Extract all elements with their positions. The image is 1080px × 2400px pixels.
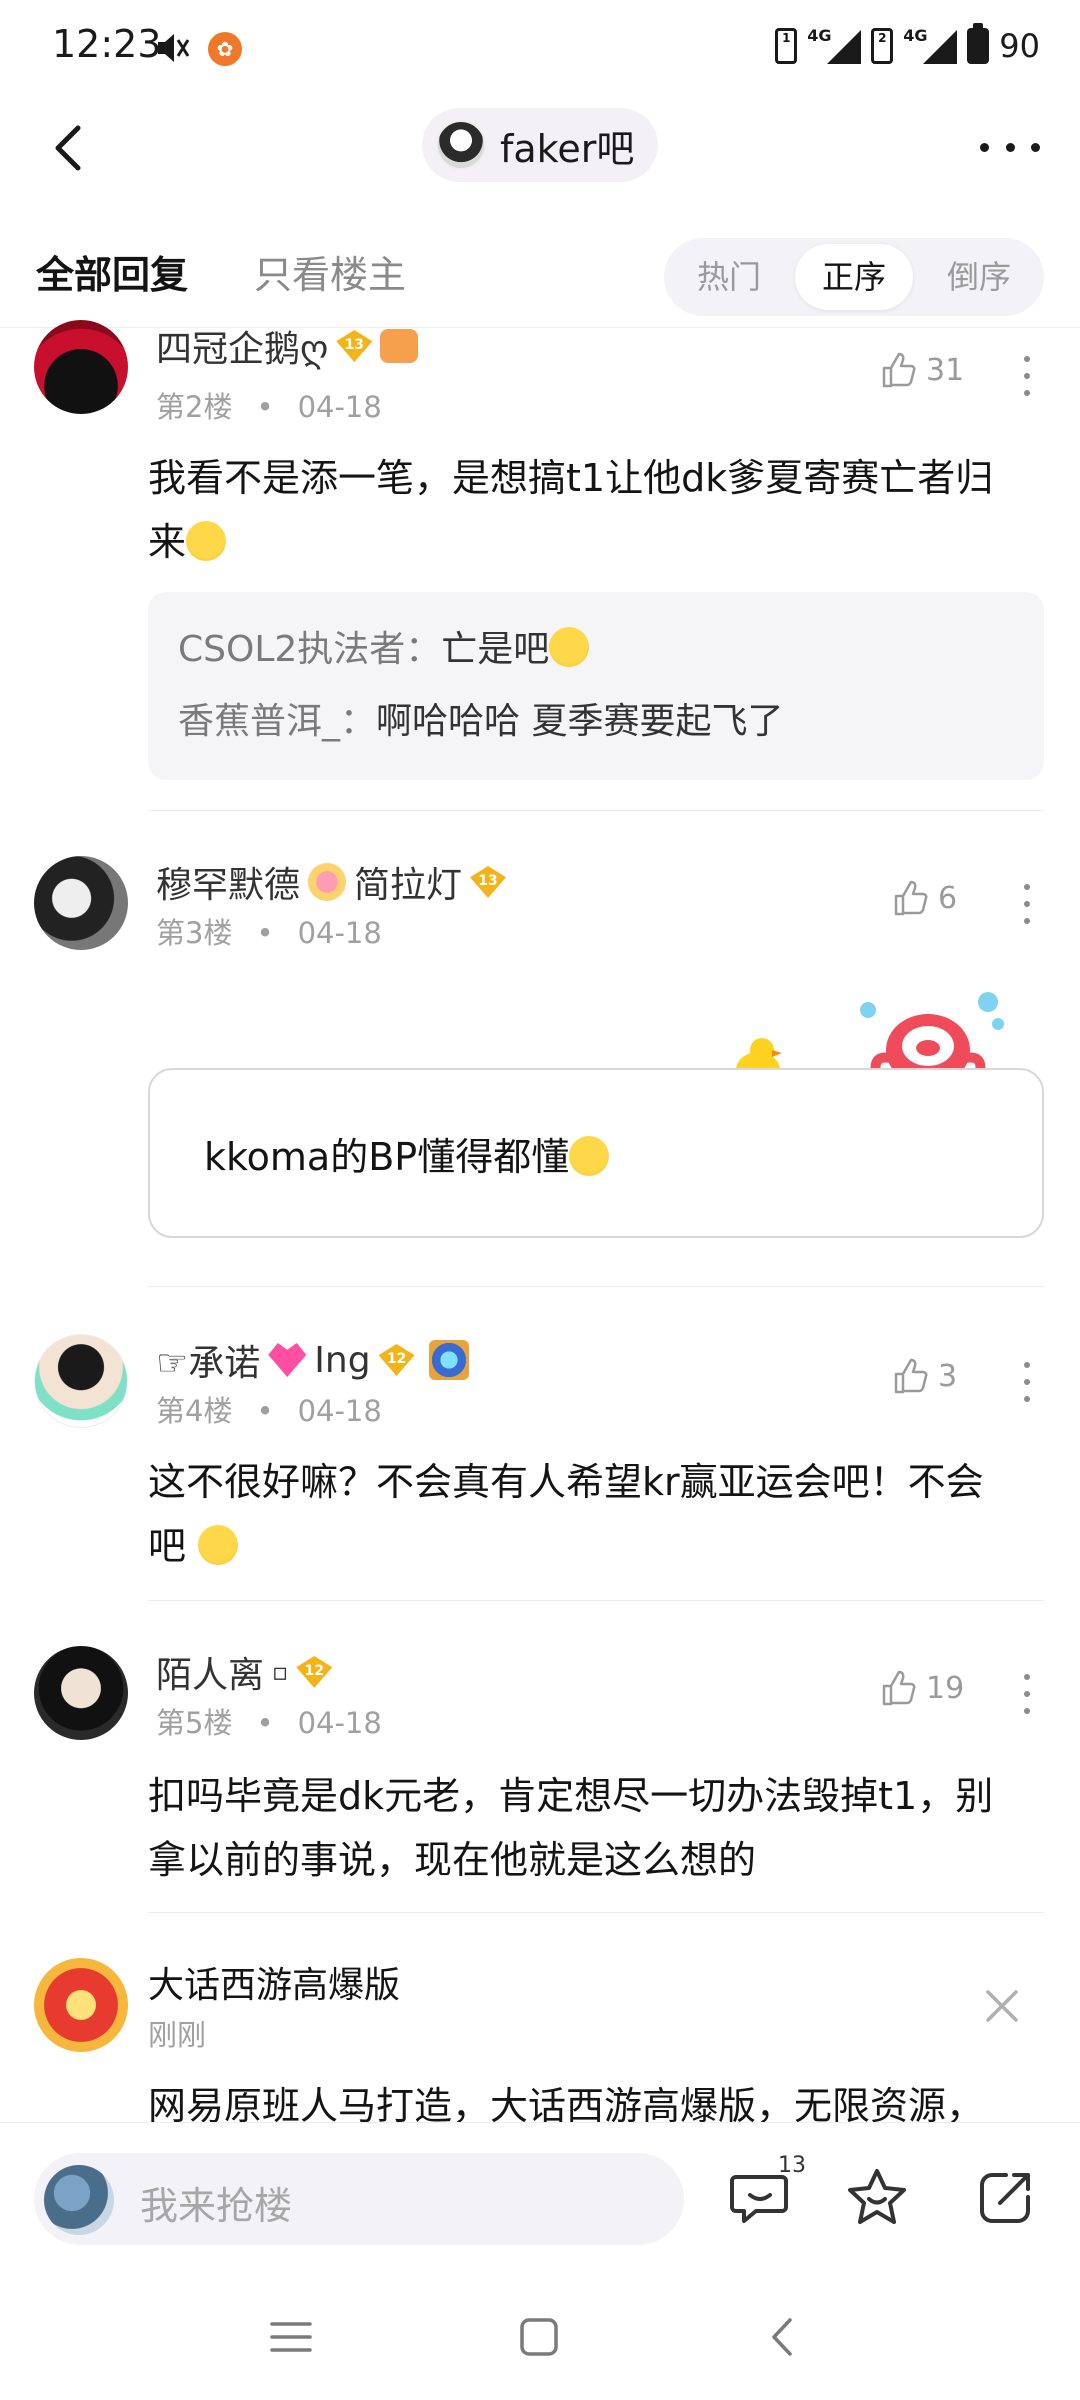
heart-icon: [268, 1343, 307, 1377]
system-nav-bar: [0, 2272, 1080, 2400]
menu-icon[interactable]: [264, 2310, 318, 2364]
kebab-icon[interactable]: [1022, 356, 1032, 396]
sub-replies[interactable]: CSOL2执法者：亡是吧 香蕉普洱_：啊哈哈哈 夏季赛要起飞了: [148, 592, 1044, 780]
reply-placeholder: 我来抢楼: [140, 2184, 293, 2228]
home-icon[interactable]: [512, 2310, 566, 2364]
avatar[interactable]: [34, 1646, 128, 1740]
filter-bar: 全部回复 只看楼主 热门 正序 倒序: [0, 208, 1080, 328]
like-count: 3: [938, 1358, 958, 1394]
avatar[interactable]: [34, 320, 128, 414]
level-badge: 12: [378, 1344, 415, 1376]
sim2-icon: 2: [871, 28, 894, 64]
divider: [148, 810, 1044, 811]
signal-icon: 4G: [807, 26, 862, 66]
divider: [148, 1286, 1044, 1287]
mute-icon: [158, 34, 190, 62]
level-badge: 13: [470, 866, 507, 898]
like-count: 6: [938, 880, 958, 916]
styled-comment-bubble: kkoma的BP懂得都懂: [148, 1068, 1044, 1238]
post-meta: 第5楼 • 04-18: [156, 1706, 382, 1740]
sweat-smile-emoji: [569, 1136, 610, 1176]
back-nav-icon[interactable]: [756, 2310, 810, 2364]
sub-reply: 香蕉普洱_：啊哈哈哈 夏季赛要起飞了: [178, 701, 784, 742]
username[interactable]: 穆罕默德 简拉灯 13: [156, 856, 507, 908]
reply-input[interactable]: 我来抢楼: [34, 2153, 684, 2245]
like-button[interactable]: 6: [890, 878, 957, 918]
tab-all-replies[interactable]: 全部回复: [36, 244, 188, 299]
status-indicators: 1 4G 2 4G 90: [775, 23, 1040, 68]
battery-icon: [967, 23, 990, 64]
divider: [148, 1600, 1044, 1601]
more-icon[interactable]: [980, 122, 1040, 172]
post-meta: 第3楼 • 04-18: [156, 916, 382, 950]
username[interactable]: 四冠企鹅ღ 13: [156, 320, 419, 372]
username[interactable]: ☞承诺 Ing 12: [156, 1334, 469, 1386]
status-time: 12:23: [52, 22, 162, 66]
sub-reply: CSOL2执法者：亡是吧: [178, 614, 1014, 686]
forum-avatar: [436, 120, 486, 170]
level-badge: 13: [336, 330, 373, 362]
like-button[interactable]: 3: [890, 1356, 957, 1396]
close-icon[interactable]: [982, 1986, 1022, 2026]
sweat-smile-emoji: [549, 627, 590, 667]
kebab-icon[interactable]: [1022, 884, 1032, 924]
kebab-icon[interactable]: [1022, 1362, 1032, 1402]
post-meta: 第2楼 • 04-18: [156, 390, 382, 424]
avatar[interactable]: [34, 1334, 128, 1428]
battery-level: 90: [999, 27, 1040, 65]
smirk-emoji: [198, 1525, 239, 1565]
ad-time: 刚刚: [148, 2018, 207, 2052]
signal-icon: 4G: [903, 26, 958, 66]
medal-badge-icon: [428, 1340, 469, 1380]
my-avatar: [44, 2165, 114, 2235]
username[interactable]: 陌人离 ▫ 12: [156, 1646, 333, 1698]
bottom-action-bar: 我来抢楼 13: [0, 2122, 1080, 2272]
back-icon[interactable]: [40, 118, 100, 178]
level-badge: 12: [296, 1656, 333, 1688]
avatar[interactable]: [34, 856, 128, 950]
top-nav: faker吧: [0, 96, 1080, 208]
like-button[interactable]: 31: [878, 350, 964, 390]
forum-name: faker吧: [500, 126, 635, 171]
sort-descending[interactable]: 倒序: [920, 244, 1038, 310]
post-content: kkoma的BP懂得都懂: [204, 1126, 610, 1181]
ad-avatar: [34, 1958, 128, 2052]
forum-entry-button[interactable]: faker吧: [422, 108, 659, 182]
game-badge-icon: [380, 329, 419, 363]
like-icon: [894, 1358, 928, 1394]
star-icon[interactable]: [842, 2163, 912, 2233]
post-content: 这不很好嘛？不会真有人希望kr赢亚运会吧！不会 吧: [148, 1460, 984, 1568]
like-count: 19: [926, 1670, 965, 1706]
like-button[interactable]: 19: [878, 1668, 964, 1708]
tab-owner-only[interactable]: 只看楼主: [254, 244, 406, 299]
like-count: 31: [926, 352, 965, 388]
like-icon: [882, 352, 916, 388]
post-meta: 第4楼 • 04-18: [156, 1394, 382, 1428]
like-icon: [894, 880, 928, 916]
kebab-icon[interactable]: [1022, 1674, 1032, 1714]
sort-ascending[interactable]: 正序: [795, 244, 913, 310]
divider: [148, 1912, 1044, 1913]
like-icon: [882, 1670, 916, 1706]
sort-hot[interactable]: 热门: [670, 244, 788, 310]
status-bar: 12:23 ✿ 1 4G 2 4G 90: [0, 0, 1080, 96]
lollipop-icon: [308, 863, 347, 901]
sweat-smile-emoji: [186, 521, 227, 561]
post-content: 扣吗毕竟是dk元老，肯定想尽一切办法毁掉t1，别 拿以前的事说，现在他就是这么想…: [148, 1774, 994, 1882]
sort-segmented-control: 热门 正序 倒序: [664, 238, 1044, 316]
sim1-icon: 1: [775, 28, 798, 64]
share-icon[interactable]: [970, 2163, 1040, 2233]
notification-app-icon: ✿: [208, 32, 242, 66]
ad-title: 大话西游高爆版: [148, 1965, 401, 2006]
comment-count: 13: [778, 2153, 806, 2178]
post-content: 我看不是添一笔，是想搞t1让他dk爹夏寄赛亡者归 来: [148, 456, 994, 564]
